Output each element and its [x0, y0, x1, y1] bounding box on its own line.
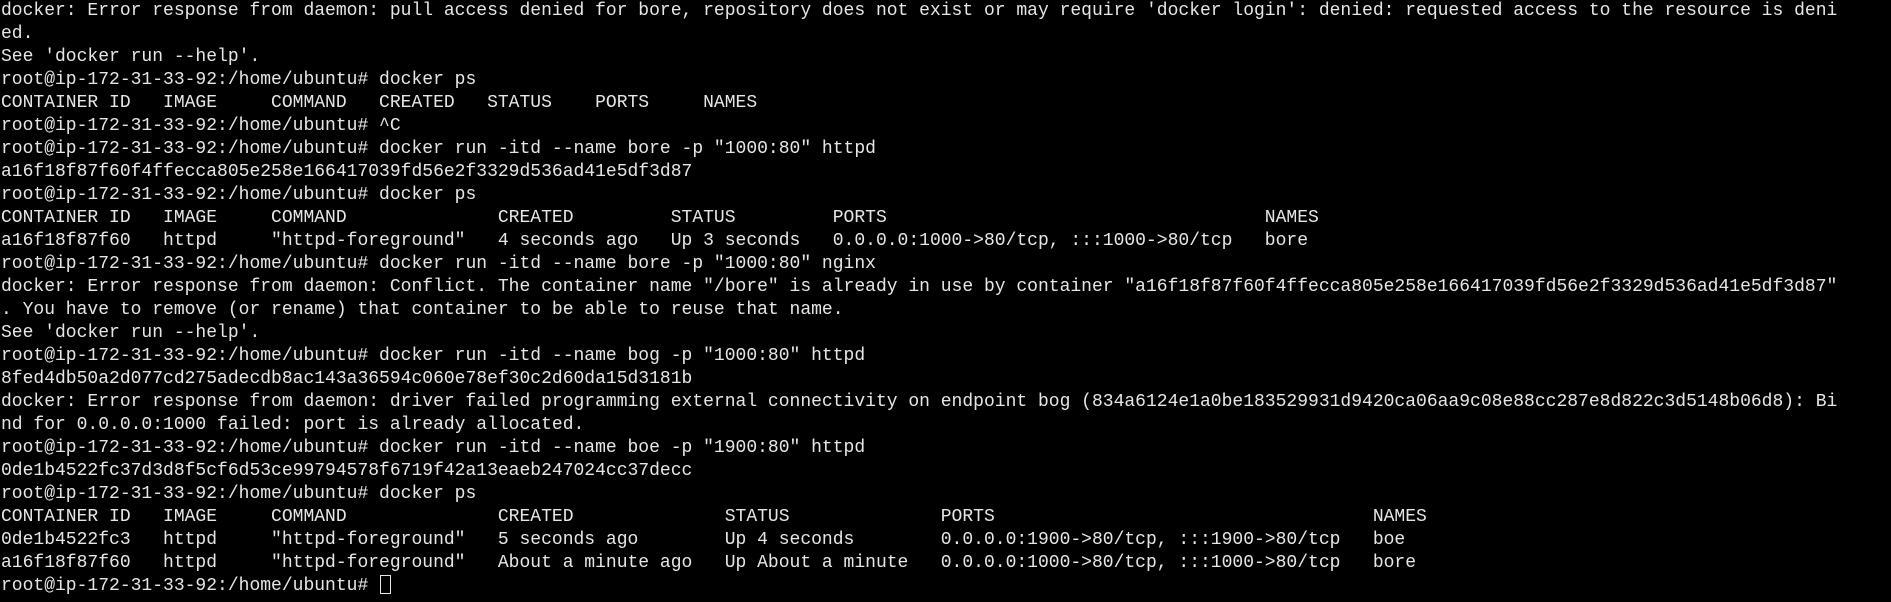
- terminal-line: root@ip-172-31-33-92:/home/ubuntu# docke…: [1, 346, 866, 366]
- terminal-line: a16f18f87f60 httpd "httpd-foreground" 4 …: [1, 231, 1309, 251]
- terminal-line: a16f18f87f60 httpd "httpd-foreground" Ab…: [1, 553, 1417, 573]
- terminal-line: See 'docker run --help'.: [1, 323, 261, 343]
- prompt-line[interactable]: root@ip-172-31-33-92:/home/ubuntu#: [1, 575, 1891, 598]
- terminal-line: root@ip-172-31-33-92:/home/ubuntu# docke…: [1, 254, 876, 274]
- terminal-line: See 'docker run --help'.: [1, 47, 261, 67]
- terminal-line: . You have to remove (or rename) that co…: [1, 300, 844, 320]
- terminal-line: 8fed4db50a2d077cd275adecdb8ac143a36594c0…: [1, 369, 693, 389]
- terminal-line: CONTAINER ID IMAGE COMMAND CREATED STATU…: [1, 93, 758, 113]
- terminal-line: ed.: [1, 24, 34, 44]
- terminal-line: docker: Error response from daemon: Conf…: [1, 277, 1838, 297]
- terminal-line: root@ip-172-31-33-92:/home/ubuntu# docke…: [1, 484, 477, 504]
- terminal-line: root@ip-172-31-33-92:/home/ubuntu# docke…: [1, 139, 876, 159]
- terminal-line: nd for 0.0.0.0:1000 failed: port is alre…: [1, 415, 585, 435]
- terminal-line: CONTAINER ID IMAGE COMMAND CREATED STATU…: [1, 208, 1319, 228]
- terminal-line: 0de1b4522fc3 httpd "httpd-foreground" 5 …: [1, 530, 1406, 550]
- terminal-window[interactable]: docker: Error response from daemon: pull…: [0, 0, 1891, 602]
- terminal-line: root@ip-172-31-33-92:/home/ubuntu# docke…: [1, 70, 477, 90]
- terminal-line: a16f18f87f60f4ffecca805e258e166417039fd5…: [1, 162, 693, 182]
- terminal-line: root@ip-172-31-33-92:/home/ubuntu# ^C: [1, 116, 401, 136]
- terminal-line: 0de1b4522fc37d3d8f5cf6d53ce99794578f6719…: [1, 461, 693, 481]
- terminal-line: root@ip-172-31-33-92:/home/ubuntu# docke…: [1, 185, 477, 205]
- prompt: root@ip-172-31-33-92:/home/ubuntu#: [1, 576, 380, 596]
- terminal-line: docker: Error response from daemon: driv…: [1, 392, 1838, 412]
- terminal-line: docker: Error response from daemon: pull…: [1, 1, 1838, 21]
- terminal-line: root@ip-172-31-33-92:/home/ubuntu# docke…: [1, 438, 866, 458]
- terminal-line: CONTAINER ID IMAGE COMMAND CREATED STATU…: [1, 507, 1427, 527]
- text-cursor[interactable]: [380, 575, 392, 594]
